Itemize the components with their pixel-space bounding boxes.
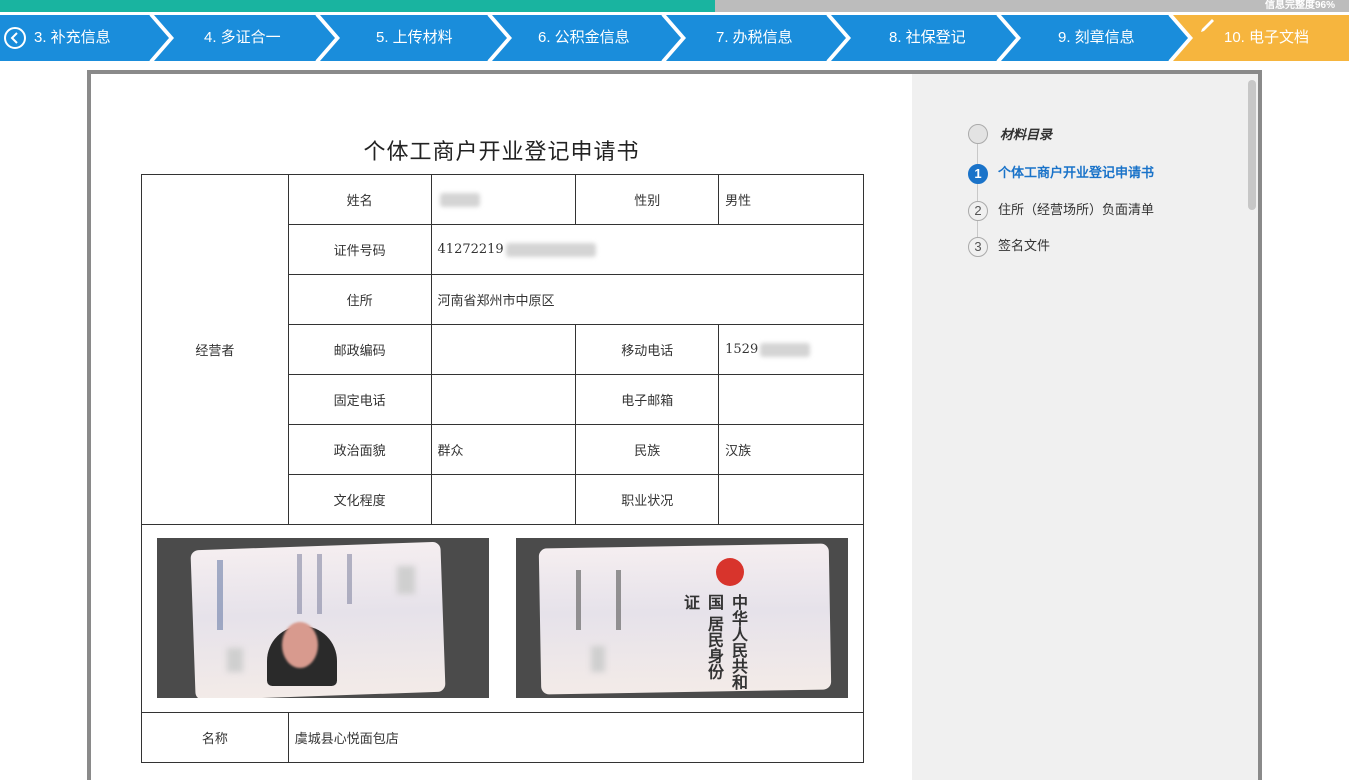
political-value: 群众 [430, 424, 577, 475]
catalog-item-3[interactable]: 3 签名文件 [968, 235, 1051, 257]
postal-code-label: 邮政编码 [287, 324, 432, 375]
step-5[interactable]: 5. 上传材料 [376, 15, 453, 61]
occupation-value [718, 474, 864, 525]
document-page: 个体工商户开业登记申请书 经营者 姓名 性别 男性 证件号码 41272219 … [91, 74, 912, 780]
landline-label: 固定电话 [287, 374, 432, 425]
mobile-value: 1529 [718, 324, 864, 375]
edit-pencil-icon [1201, 19, 1214, 32]
catalog-list-icon [968, 124, 988, 144]
id-number-label: 证件号码 [287, 224, 432, 275]
national-emblem-icon [716, 558, 744, 586]
vertical-scrollbar[interactable] [1248, 80, 1256, 210]
redacted-name [439, 192, 480, 207]
step-6[interactable]: 6. 公积金信息 [538, 15, 630, 61]
operator-label: 经营者 [141, 174, 289, 525]
catalog-number: 3 [968, 236, 988, 257]
mobile-label: 移动电话 [575, 324, 720, 375]
email-value [718, 374, 864, 425]
step-8[interactable]: 8. 社保登记 [889, 15, 966, 61]
email-label: 电子邮箱 [575, 374, 720, 425]
address-value: 河南省郑州市中原区 [430, 274, 865, 325]
step-4[interactable]: 4. 多证合一 [204, 15, 281, 61]
step-10[interactable]: 10. 电子文档 [1224, 15, 1309, 61]
step-chevrons [0, 15, 1349, 61]
step-7[interactable]: 7. 办税信息 [716, 15, 793, 61]
progress-bar: 信息完整度96% [0, 0, 1349, 12]
id-number-value: 41272219 [430, 224, 865, 275]
catalog-item-label: 住所（经营场所）负面清单 [998, 202, 1155, 217]
ethnic-value: 汉族 [718, 424, 864, 475]
political-label: 政治面貌 [287, 424, 432, 475]
catalog-item-label: 签名文件 [998, 238, 1051, 253]
company-name-value: 虞城县心悦面包店 [287, 712, 865, 763]
landline-value [430, 374, 577, 425]
redacted-id [505, 242, 596, 257]
redacted-mobile [760, 342, 811, 357]
name-value [430, 174, 577, 225]
education-label: 文化程度 [287, 474, 432, 525]
catalog-item-1[interactable]: 1 个体工商户开业登记申请书 [968, 162, 1155, 184]
address-label: 住所 [287, 274, 432, 325]
id-card-back-photo: 中华人民共和国 居民身份证 [516, 538, 848, 698]
step-navigation: 3. 补充信息 4. 多证合一 5. 上传材料 6. 公积金信息 7. 办税信息… [0, 15, 1349, 61]
document-viewer: 个体工商户开业登记申请书 经营者 姓名 性别 男性 证件号码 41272219 … [87, 70, 1262, 780]
step-9[interactable]: 9. 刻章信息 [1058, 15, 1135, 61]
gender-label: 性别 [575, 174, 720, 225]
id-card-back-text: 中华人民共和国 居民身份证 [681, 594, 748, 690]
document-title: 个体工商户开业登记申请书 [363, 140, 640, 165]
name-label: 姓名 [287, 174, 432, 225]
gender-value: 男性 [718, 174, 864, 225]
progress-fill [0, 0, 715, 12]
company-name-label: 名称 [141, 712, 289, 763]
education-value [430, 474, 577, 525]
material-catalog-panel: 材料目录 1 个体工商户开业登记申请书 2 住所（经营场所）负面清单 3 签名文件 [912, 74, 1258, 780]
catalog-title: 材料目录 [1000, 127, 1053, 142]
occupation-label: 职业状况 [575, 474, 720, 525]
back-arrow-icon[interactable] [4, 27, 26, 49]
step-3[interactable]: 3. 补充信息 [34, 15, 111, 61]
catalog-item-2[interactable]: 2 住所（经营场所）负面清单 [968, 199, 1155, 221]
catalog-connector-line [977, 144, 978, 244]
catalog-number: 2 [968, 200, 988, 221]
catalog-number: 1 [968, 163, 988, 184]
ethnic-label: 民族 [575, 424, 720, 475]
id-card-front-photo [157, 538, 489, 698]
progress-text: 信息完整度96% [1264, 0, 1335, 11]
postal-code-value [430, 324, 577, 375]
catalog-item-label: 个体工商户开业登记申请书 [998, 165, 1155, 180]
